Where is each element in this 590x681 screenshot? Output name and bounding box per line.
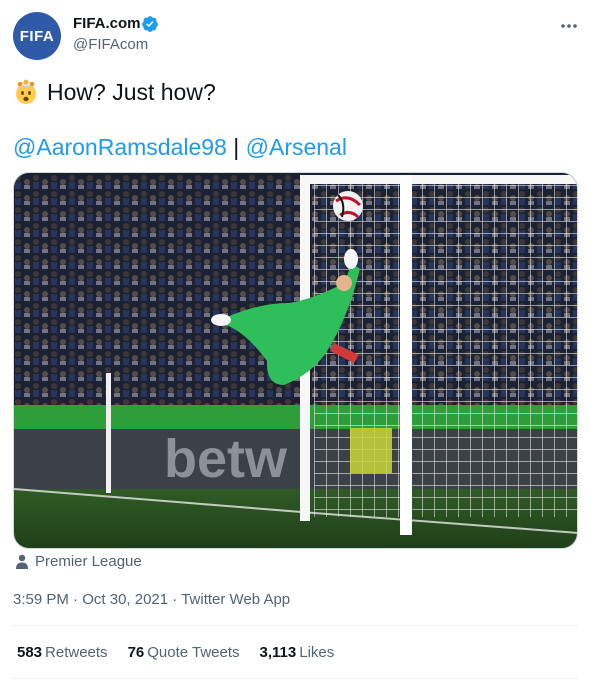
more-dots-icon: [561, 24, 577, 28]
engagement-stats: 583 Retweets 76 Quote Tweets 3,113 Likes: [17, 644, 354, 661]
goalkeeper-save-photo: betw: [14, 173, 577, 548]
author-display-name[interactable]: FIFA.com: [73, 15, 141, 32]
tweet: FIFA FIFA.com @FIFAcom How? Just how? @A…: [0, 0, 590, 681]
person-icon: [16, 554, 28, 569]
retweets-count: 583: [17, 644, 43, 661]
meta-dot: ·: [73, 591, 83, 608]
author-handle[interactable]: @FIFAcom: [73, 36, 148, 53]
tweet-body: How? Just how?: [47, 79, 216, 105]
location-tag[interactable]: Premier League: [15, 553, 142, 570]
divider: [13, 678, 578, 679]
location-label: Premier League: [35, 553, 142, 570]
tweet-photo[interactable]: betw: [13, 172, 578, 549]
likes-stat[interactable]: 3,113 Likes: [260, 644, 335, 661]
more-options-button[interactable]: [556, 13, 582, 39]
retweets-stat[interactable]: 583 Retweets: [17, 644, 108, 661]
advertising-board-text: betw: [164, 429, 288, 489]
quote-tweets-count: 76: [127, 644, 145, 661]
verified-badge-icon: [142, 16, 158, 32]
mention-arsenal[interactable]: @Arsenal: [246, 134, 347, 160]
tweet-text: How? Just how?: [13, 78, 216, 106]
likes-label: Likes: [299, 644, 335, 661]
mention-separator: |: [233, 134, 240, 160]
quote-tweets-label: Quote Tweets: [147, 644, 240, 661]
mentions-line: @AaronRamsdale98 | @Arsenal: [13, 133, 347, 161]
tweet-metadata: 3:59 PM · Oct 30, 2021 · Twitter Web App: [13, 591, 290, 608]
tweet-source[interactable]: Twitter Web App: [181, 591, 290, 608]
avatar[interactable]: FIFA: [13, 12, 61, 60]
quote-tweets-stat[interactable]: 76 Quote Tweets: [128, 644, 240, 661]
divider: [13, 625, 578, 626]
exploding-head-emoji-icon: [16, 79, 36, 104]
tweet-date[interactable]: Oct 30, 2021: [82, 591, 168, 608]
mention-aaron-ramsdale[interactable]: @AaronRamsdale98: [13, 134, 227, 160]
tweet-time[interactable]: 3:59 PM: [13, 591, 69, 608]
avatar-text: FIFA: [19, 27, 55, 45]
meta-dot: ·: [172, 591, 182, 608]
likes-count: 3,113: [259, 644, 297, 661]
retweets-label: Retweets: [45, 644, 108, 661]
